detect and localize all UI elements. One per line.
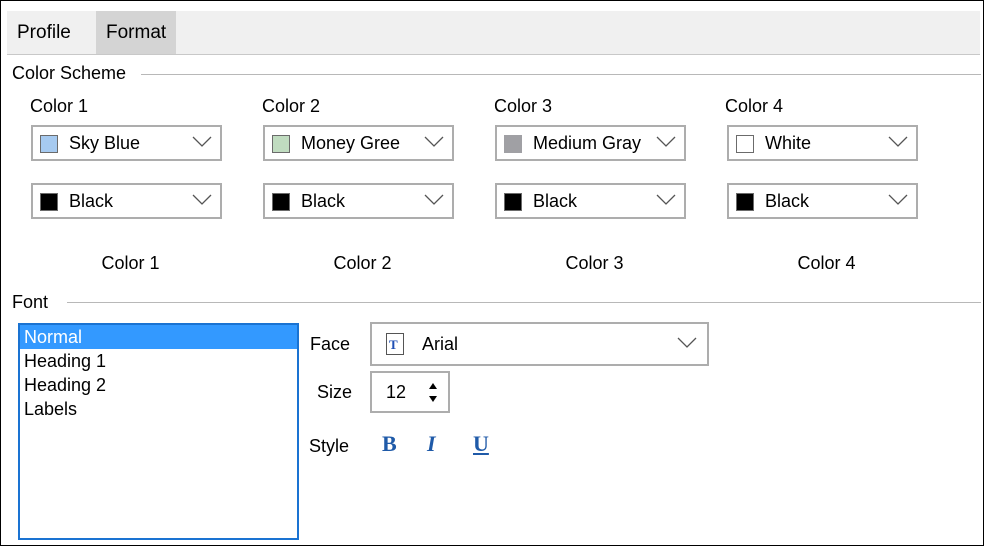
color-4-fg-combo[interactable]: White [727, 125, 918, 161]
color-3-header: Color 3 [494, 96, 553, 116]
tab-bar: Profile Format [7, 11, 980, 55]
color-swatch [272, 193, 290, 211]
color-1-fg-combo[interactable]: Sky Blue [31, 125, 222, 161]
color-swatch [40, 135, 58, 153]
color-1-fg-value: Sky Blue [69, 133, 141, 153]
font-divider [67, 302, 981, 303]
font-group-label: Font [12, 292, 59, 313]
color-2-fg-combo[interactable]: Money Gree [263, 125, 454, 161]
list-item[interactable]: Heading 1 [20, 349, 297, 373]
bold-button[interactable]: B [382, 431, 397, 457]
color-1-header: Color 1 [30, 96, 89, 116]
color-1-bg-value: Black [69, 191, 114, 211]
color-scheme-label: Color Scheme [12, 63, 137, 84]
color-swatch [504, 193, 522, 211]
chevron-down-icon [888, 194, 908, 205]
font-size-spinner[interactable]: 12 [370, 371, 450, 413]
color-4-footer: Color 4 [797, 253, 856, 273]
chevron-down-icon [656, 136, 676, 147]
chevron-down-icon [424, 194, 444, 205]
chevron-down-icon [192, 194, 212, 205]
size-label: Size [317, 382, 353, 402]
color-4-bg-value: Black [765, 191, 810, 211]
color-2-footer: Color 2 [333, 253, 392, 273]
color-2-header: Color 2 [262, 96, 321, 116]
color-3-footer: Color 3 [565, 253, 624, 273]
tab-format[interactable]: Format [96, 11, 177, 54]
chevron-down-icon [888, 136, 908, 147]
font-size-value: 12 [386, 382, 407, 402]
color-4-header: Color 4 [725, 96, 784, 116]
spin-up-icon[interactable] [428, 382, 438, 390]
list-item[interactable]: Normal [20, 325, 297, 349]
chevron-down-icon [677, 337, 697, 348]
italic-button[interactable]: I [427, 431, 436, 457]
color-swatch [504, 135, 522, 153]
style-label: Style [309, 436, 350, 456]
color-scheme-divider [141, 74, 981, 75]
underline-button[interactable]: U [473, 431, 489, 457]
color-3-bg-combo[interactable]: Black [495, 183, 686, 219]
color-4-bg-combo[interactable]: Black [727, 183, 918, 219]
color-3-fg-value: Medium Gray [533, 133, 642, 153]
spin-down-icon[interactable] [428, 395, 438, 403]
color-1-footer: Color 1 [101, 253, 160, 273]
list-item[interactable]: Labels [20, 397, 297, 421]
color-swatch [736, 135, 754, 153]
color-3-bg-value: Black [533, 191, 578, 211]
list-item[interactable]: Heading 2 [20, 373, 297, 397]
truetype-font-icon: T [386, 333, 404, 355]
chevron-down-icon [424, 136, 444, 147]
color-2-bg-combo[interactable]: Black [263, 183, 454, 219]
color-swatch [736, 193, 754, 211]
font-face-combo[interactable]: T Arial [370, 322, 709, 366]
color-swatch [272, 135, 290, 153]
color-swatch [40, 193, 58, 211]
format-panel: Profile Format Color Scheme Color 1 Sky … [0, 0, 984, 546]
color-1-bg-combo[interactable]: Black [31, 183, 222, 219]
face-label: Face [310, 334, 351, 354]
tab-profile[interactable]: Profile [7, 11, 81, 54]
chevron-down-icon [656, 194, 676, 205]
chevron-down-icon [192, 136, 212, 147]
color-4-fg-value: White [765, 133, 812, 153]
font-face-value: Arial [422, 334, 459, 354]
font-style-list[interactable]: Normal Heading 1 Heading 2 Labels [18, 323, 299, 540]
color-3-fg-combo[interactable]: Medium Gray [495, 125, 686, 161]
color-2-bg-value: Black [301, 191, 346, 211]
color-2-fg-value: Money Gree [301, 133, 401, 153]
